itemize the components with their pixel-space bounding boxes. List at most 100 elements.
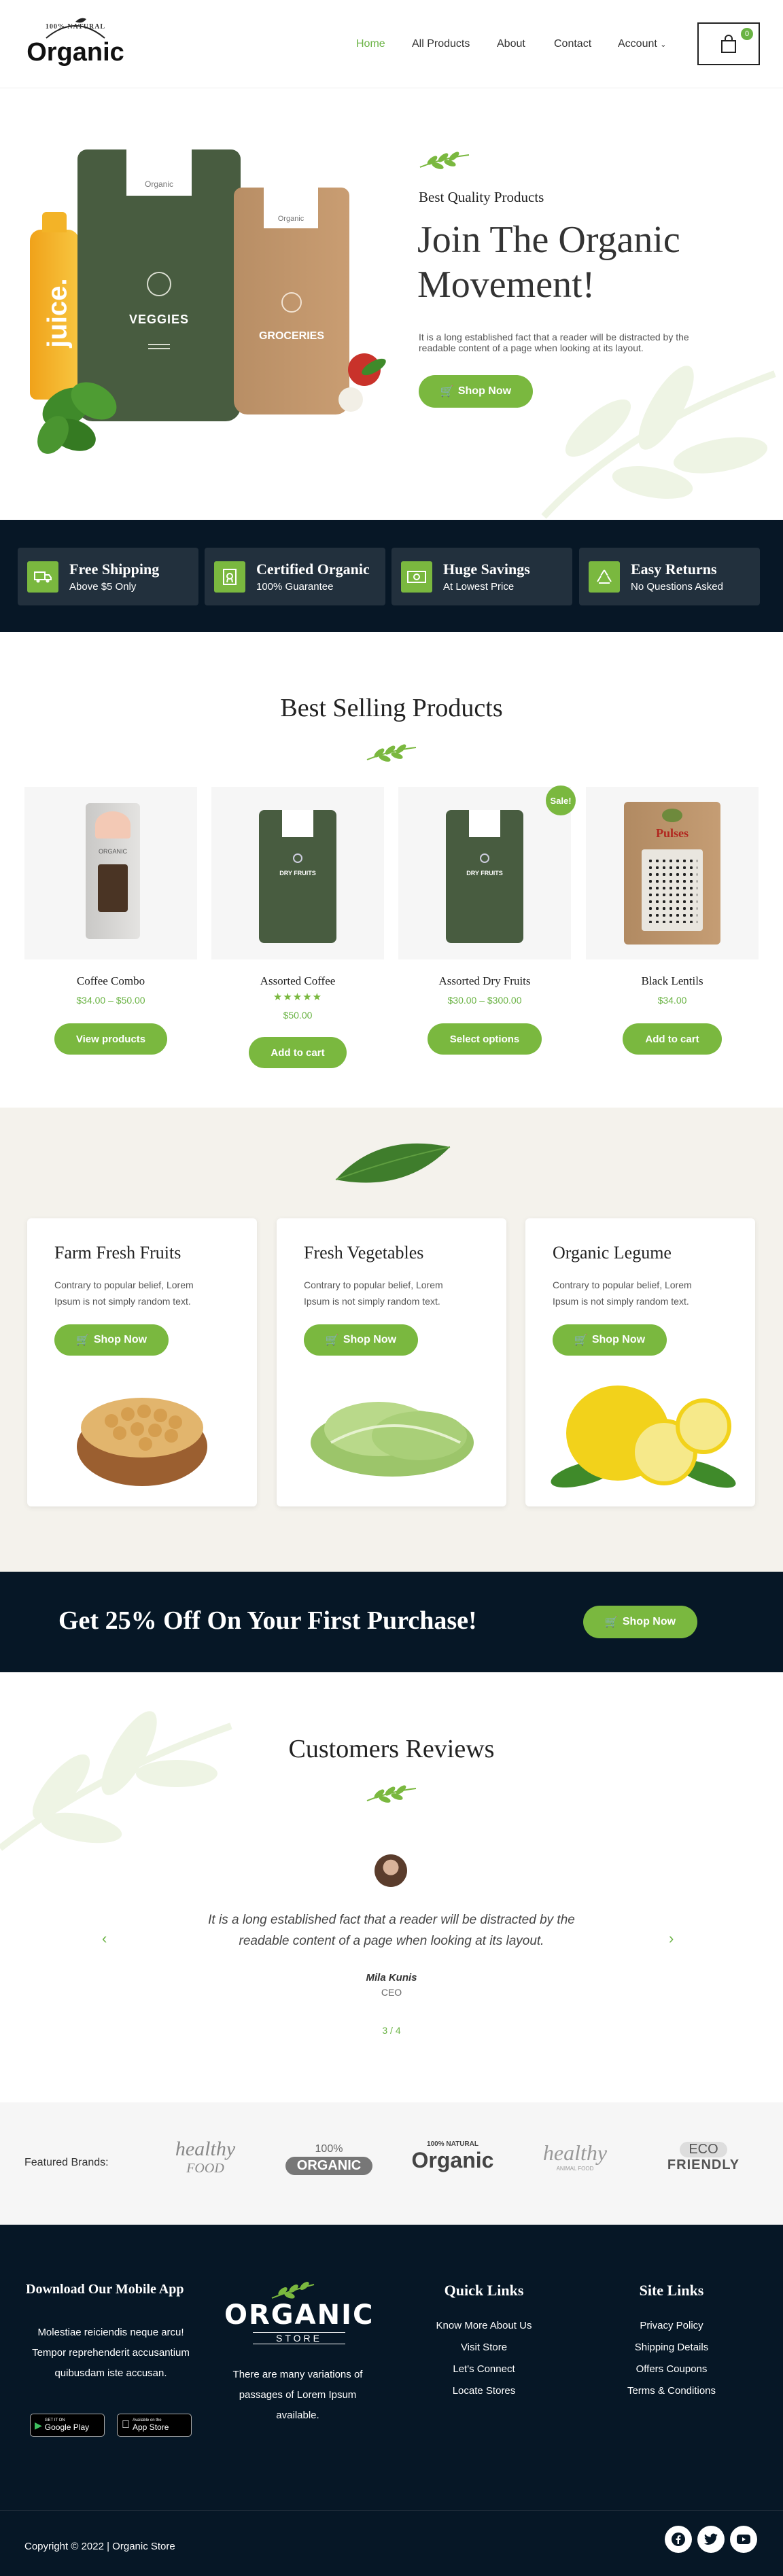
category-shop-now-button[interactable]: 🛒 Shop Now (553, 1324, 667, 1356)
best-selling-title: Best Selling Products (280, 694, 503, 722)
site-link[interactable]: Privacy Policy (604, 2320, 740, 2331)
category-text: Contrary to popular belief, Lorem Ipsum … (54, 1277, 194, 1309)
youtube-icon[interactable] (730, 2526, 757, 2553)
brand-line1: healthy (175, 2138, 236, 2160)
product-image-coffee-combo[interactable]: ORGANIC (24, 787, 197, 959)
product-name[interactable]: Assorted Dry Fruits (398, 974, 571, 988)
product-name[interactable]: Black Lentils (586, 974, 759, 988)
add-to-cart-button[interactable]: Add to cart (623, 1023, 722, 1055)
featured-brands-section: Featured Brands: healthy FOOD 100% ORGAN… (0, 2102, 783, 2225)
lemons-icon (551, 1386, 736, 1488)
reviewer-avatar (375, 1854, 407, 1887)
brand-logo-100-organic[interactable]: 100% ORGANIC (285, 2143, 372, 2180)
category-text-line1: Contrary to popular belief, Lorem (54, 1280, 194, 1290)
brand-logo-healthy-food[interactable]: healthy FOOD (164, 2138, 246, 2185)
product-price: $34.00 (657, 995, 687, 1006)
basil-leaves-icon (37, 382, 117, 454)
product-name[interactable]: Assorted Coffee (211, 974, 384, 988)
nav-all-products[interactable]: All Products (412, 38, 470, 50)
logo-top-text: 100% NATURAL (45, 23, 106, 31)
twitter-icon[interactable] (697, 2526, 725, 2553)
add-to-cart-button[interactable]: Add to cart (249, 1037, 347, 1068)
site-links-title: Site Links (639, 2282, 704, 2299)
category-shop-now-button[interactable]: 🛒 Shop Now (54, 1324, 169, 1356)
product-price: $34.00 – $50.00 (76, 995, 145, 1006)
feature-certified-organic: Certified Organic 100% Guarantee (205, 548, 385, 605)
cart-icon: 🛒 (325, 1335, 339, 1346)
nav-contact[interactable]: Contact (554, 38, 591, 50)
chevron-down-icon: ⌄ (660, 41, 667, 49)
product-name[interactable]: Coffee Combo (24, 974, 197, 988)
site-link[interactable]: Shipping Details (604, 2342, 740, 2353)
logo-main-text: Organic (27, 38, 124, 67)
footer-logo[interactable]: ORGANIC STORE (224, 2299, 374, 2344)
site-link[interactable]: Offers Coupons (604, 2363, 740, 2375)
category-card-legume: Organic Legume Contrary to popular belie… (525, 1218, 755, 1506)
shop-now-label: Shop Now (591, 1334, 646, 1345)
select-options-button[interactable]: Select options (428, 1023, 542, 1055)
recycle-icon (589, 561, 620, 593)
brand-line2: FOOD (186, 2161, 224, 2176)
money-icon (401, 561, 432, 593)
feature-free-shipping: Free Shipping Above $5 Only (18, 548, 198, 605)
brand-logo-natural-organic[interactable]: 100% NATURAL Organic (411, 2140, 495, 2188)
app-store-badge[interactable]:  Available on theApp Store (117, 2414, 192, 2437)
product-price: $50.00 (283, 1010, 313, 1021)
lettuce-icon (311, 1402, 474, 1477)
view-products-button[interactable]: View products (54, 1023, 167, 1055)
star-icon: ★ (302, 991, 313, 1003)
quick-link[interactable]: Let's Connect (416, 2363, 552, 2375)
review-quote-line2: readable content of a page when looking … (239, 1934, 544, 1948)
chickpeas-bowl-icon (77, 1398, 207, 1486)
category-text-line2: Ipsum is not simply random text. (304, 1296, 440, 1307)
quick-link[interactable]: Visit Store (416, 2342, 552, 2353)
cart-button[interactable]: 0 (697, 22, 760, 65)
review-next-button[interactable]: › (669, 1930, 674, 1947)
quick-link[interactable]: Locate Stores (416, 2385, 552, 2397)
nav-home[interactable]: Home (356, 38, 385, 50)
nav-account[interactable]: Account ⌄ (618, 38, 666, 50)
star-icon: ★ (292, 991, 303, 1003)
facebook-icon[interactable] (665, 2526, 692, 2553)
feature-subtitle: At Lowest Price (443, 581, 515, 593)
reviewer-name: Mila Kunis (366, 1972, 417, 1983)
leaf-divider-icon (335, 1143, 451, 1183)
google-play-badge[interactable]: ▶ GET IT ON Google Play (30, 2414, 105, 2437)
rating-stars: ★★★★★ (211, 991, 384, 1003)
hero-shop-now-button[interactable]: 🛒 Shop Now (419, 375, 533, 408)
star-icon: ★ (312, 991, 323, 1003)
pack-label: DRY FRUITS (279, 870, 316, 877)
site-header: 100% NATURAL Organic Home All Products A… (0, 0, 783, 88)
site-link[interactable]: Terms & Conditions (604, 2385, 740, 2397)
footer-about-text: There are many variations of passages of… (216, 2365, 379, 2426)
groceries-bag-label: GROCERIES (258, 330, 324, 342)
promo-title: Get 25% Off On Your First Purchase! (58, 1606, 477, 1635)
quick-link[interactable]: Know More About Us (416, 2320, 552, 2331)
site-logo[interactable]: 100% NATURAL Organic (26, 16, 125, 71)
category-shop-now-button[interactable]: 🛒 Shop Now (304, 1324, 418, 1356)
sale-badge: Sale! (546, 786, 576, 815)
product-image-assorted-coffee[interactable]: DRY FRUITS (211, 787, 384, 959)
feature-subtitle: 100% Guarantee (256, 581, 334, 593)
product-image-black-lentils[interactable]: Pulses (586, 787, 759, 959)
hero-shop-now-label: Shop Now (457, 385, 512, 397)
features-bar: Free Shipping Above $5 Only Certified Org… (0, 520, 783, 632)
product-price: $30.00 – $300.00 (447, 995, 522, 1006)
hero-title-line2: Movement! (417, 264, 595, 306)
brand-logo-eco-friendly[interactable]: ECO FRIENDLY (666, 2142, 741, 2184)
star-icon: ★ (273, 991, 283, 1003)
product-image-assorted-dry-fruits[interactable]: DRY FRUITS (398, 787, 571, 959)
feature-subtitle: Above $5 Only (69, 581, 137, 593)
category-card-fruits: Farm Fresh Fruits Contrary to popular be… (27, 1218, 257, 1506)
brand-line1: 100% NATURAL (427, 2140, 478, 2148)
review-prev-button[interactable]: ‹ (102, 1930, 107, 1947)
reviews-title: Customers Reviews (288, 1735, 495, 1763)
footer-app-text-line2: Tempor reprehenderit accusantium (32, 2347, 190, 2359)
certificate-icon (214, 561, 245, 593)
promo-shop-now-button[interactable]: 🛒 Shop Now (583, 1606, 697, 1638)
category-text-line1: Contrary to popular belief, Lorem (553, 1280, 692, 1290)
brand-logo-healthy-animal[interactable]: healthy ANIMAL FOOD (533, 2140, 617, 2188)
pack-label: DRY FRUITS (466, 870, 503, 877)
nav-about[interactable]: About (497, 38, 525, 50)
category-text-line2: Ipsum is not simply random text. (54, 1296, 191, 1307)
